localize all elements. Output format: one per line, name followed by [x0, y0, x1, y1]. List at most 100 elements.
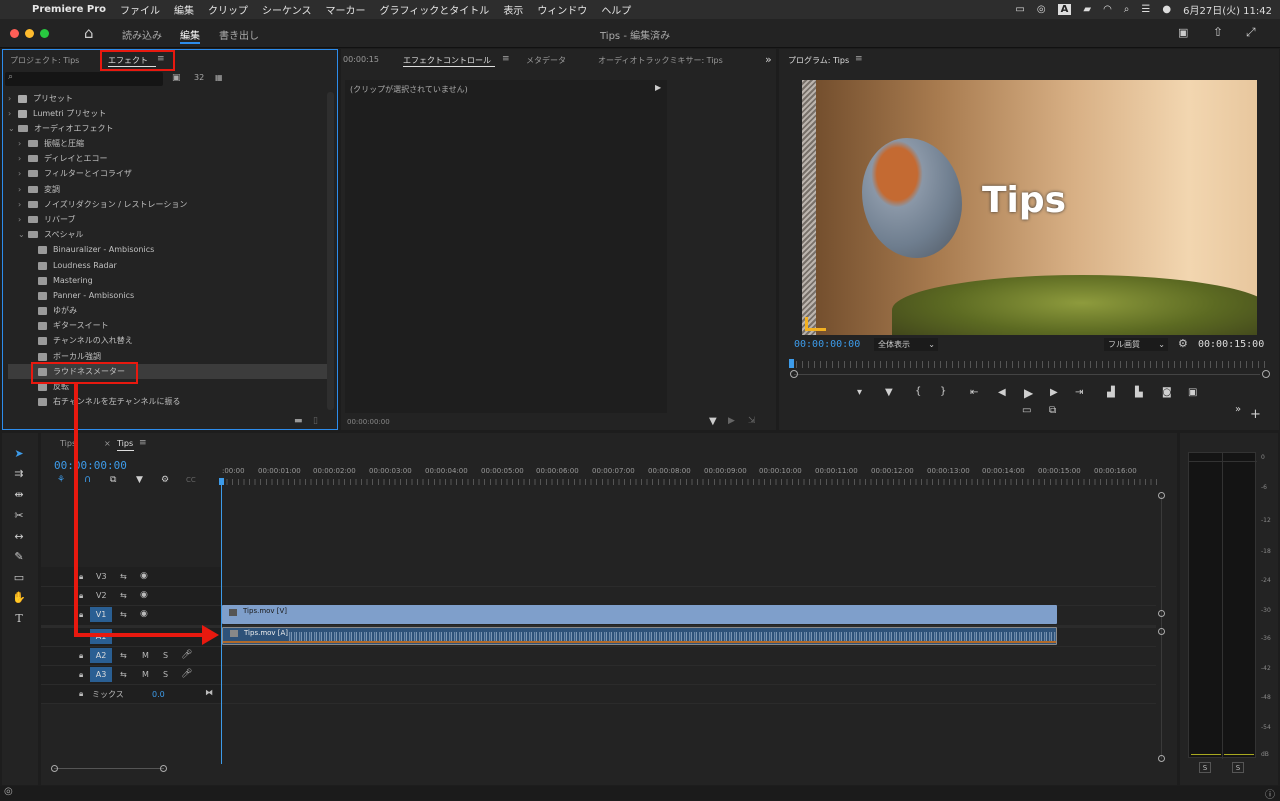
- background-tasks-icon[interactable]: ◎: [4, 786, 13, 797]
- effect-distortion[interactable]: ゆがみ: [8, 303, 312, 318]
- eye-icon[interactable]: ◉: [140, 571, 148, 581]
- menu-window[interactable]: ウィンドウ: [537, 2, 587, 17]
- go-to-end-icon[interactable]: ⧓: [205, 688, 213, 697]
- wrench-icon[interactable]: ⚙: [1178, 337, 1188, 350]
- marker-icon[interactable]: ▼: [885, 387, 893, 398]
- slip-tool-icon[interactable]: ↔: [10, 530, 28, 546]
- accelerated-effects-icon[interactable]: ▣: [172, 73, 181, 83]
- comparison-view-icon[interactable]: ▣: [1188, 387, 1197, 398]
- microphone-icon[interactable]: 🎤︎: [181, 650, 192, 660]
- vertical-zoom-handle[interactable]: [1158, 755, 1165, 762]
- rectangle-tool-icon[interactable]: ▭: [10, 571, 28, 587]
- go-to-out-icon[interactable]: ⇥: [1075, 387, 1083, 398]
- info-icon[interactable]: ⓘ: [1265, 786, 1275, 801]
- add-marker-icon[interactable]: ▾: [857, 387, 862, 398]
- mark-out-icon[interactable]: }: [940, 386, 946, 397]
- vr-view-icon[interactable]: ⧉: [1049, 405, 1056, 416]
- program-zoom-bar[interactable]: [794, 374, 1260, 375]
- go-to-in-icon[interactable]: ⇤: [970, 387, 978, 398]
- tree-item-lumetri-presets[interactable]: › Lumetri プリセット: [8, 106, 312, 121]
- tree-item-modulation[interactable]: › 変調: [8, 182, 312, 197]
- chevron-down-icon[interactable]: ⌄: [18, 230, 28, 239]
- hand-tool-icon[interactable]: ✋: [10, 591, 28, 607]
- minimize-window-button[interactable]: [25, 29, 34, 38]
- zoom-select[interactable]: 全体表示 ⌄: [874, 338, 938, 351]
- add-marker-icon[interactable]: ▼: [136, 475, 143, 485]
- menu-marker[interactable]: マーカー: [326, 2, 366, 17]
- effect-panner[interactable]: Panner - Ambisonics: [8, 288, 312, 303]
- tree-item-noise-reduction[interactable]: › ノイズリダクション / レストレーション: [8, 197, 312, 212]
- chevron-right-icon[interactable]: ›: [8, 94, 18, 103]
- effect-binauralizer[interactable]: Binauralizer - Ambisonics: [8, 242, 312, 257]
- play-audio-icon[interactable]: ▶: [728, 416, 735, 426]
- tree-item-delay[interactable]: › ディレイとエコー: [8, 151, 312, 166]
- horizontal-zoom-handle-left[interactable]: [51, 765, 58, 772]
- lift-icon[interactable]: ▟: [1107, 387, 1115, 398]
- menu-app[interactable]: Premiere Pro: [32, 4, 106, 15]
- button-editor-icon[interactable]: +: [1250, 407, 1261, 422]
- timeline-settings-icon[interactable]: ⚙: [161, 475, 169, 485]
- safe-margins-icon[interactable]: ▭: [1022, 405, 1031, 416]
- track-v3-label[interactable]: V3: [96, 572, 107, 581]
- quick-export-icon[interactable]: ▣: [1178, 26, 1188, 39]
- track-v2-label[interactable]: V2: [96, 591, 107, 600]
- track-a2-label[interactable]: A2: [90, 648, 112, 663]
- tree-item-presets[interactable]: › プリセット: [8, 91, 312, 106]
- effect-guitar-suite[interactable]: ギタースイート: [8, 318, 312, 333]
- selection-tool-icon[interactable]: ➤: [10, 447, 28, 463]
- panel-menu-icon[interactable]: ≡: [157, 54, 165, 64]
- yuv-effects-icon[interactable]: ▦: [215, 73, 223, 82]
- workspace-edit[interactable]: 編集: [180, 27, 200, 44]
- new-bin-icon[interactable]: ▬: [294, 416, 303, 426]
- close-window-button[interactable]: [10, 29, 19, 38]
- workspace-export[interactable]: 書き出し: [219, 27, 259, 42]
- tree-item-special[interactable]: ⌄ スペシャル: [8, 227, 312, 242]
- chevron-right-icon[interactable]: ›: [18, 185, 28, 194]
- tree-item-filter[interactable]: › フィルターとイコライザ: [8, 166, 312, 181]
- audio-clip[interactable]: Tips.mov [A]: [222, 627, 1057, 645]
- creative-cloud-icon[interactable]: ◎: [1037, 4, 1046, 15]
- lock-icon[interactable]: 🔒︎: [79, 572, 83, 582]
- video-clip[interactable]: Tips.mov [V]: [222, 605, 1057, 624]
- effects-search-input[interactable]: ⌕: [5, 72, 163, 86]
- more-buttons-icon[interactable]: »: [1235, 404, 1241, 415]
- tree-item-audio-effects[interactable]: ⌄ オーディオエフェクト: [8, 121, 312, 136]
- pen-tool-icon[interactable]: ✎: [10, 550, 28, 566]
- home-icon[interactable]: ⌂: [84, 24, 94, 42]
- export-frame-icon[interactable]: ◙: [1162, 387, 1172, 398]
- program-ruler[interactable]: [790, 361, 1270, 368]
- trash-icon[interactable]: ▯: [313, 416, 318, 426]
- play-icon[interactable]: ▶: [1024, 386, 1033, 400]
- more-panels-icon[interactable]: »: [765, 53, 772, 66]
- linked-selection-icon[interactable]: ⧉: [110, 475, 116, 485]
- share-icon[interactable]: ⇧: [1213, 25, 1223, 39]
- close-tab-icon[interactable]: ×: [104, 439, 111, 448]
- zoom-window-button[interactable]: [40, 29, 49, 38]
- vertical-zoom-handle[interactable]: [1158, 610, 1165, 617]
- program-video-frame[interactable]: Tips: [802, 80, 1257, 335]
- menu-graphics[interactable]: グラフィックとタイトル: [380, 2, 490, 17]
- lock-icon[interactable]: 🔒︎: [79, 651, 83, 661]
- chevron-right-icon[interactable]: ›: [8, 109, 18, 118]
- workspace-import[interactable]: 読み込み: [122, 27, 162, 42]
- menu-edit[interactable]: 編集: [174, 2, 194, 17]
- lock-icon[interactable]: 🔒︎: [79, 670, 83, 680]
- vertical-zoom-handle[interactable]: [1158, 492, 1165, 499]
- meter-solo-left[interactable]: S: [1199, 762, 1211, 773]
- eye-icon[interactable]: ◉: [140, 609, 148, 619]
- program-playhead[interactable]: [789, 359, 794, 368]
- 32bit-effects-icon[interactable]: 32: [194, 73, 204, 82]
- menu-sequence[interactable]: シーケンス: [262, 2, 312, 17]
- siri-icon[interactable]: ●: [1162, 4, 1171, 15]
- chevron-right-icon[interactable]: ›: [18, 154, 28, 163]
- chevron-right-icon[interactable]: ›: [18, 139, 28, 148]
- tree-item-reverb[interactable]: › リバーブ: [8, 212, 312, 227]
- mute-button[interactable]: M: [142, 651, 149, 660]
- track-v1-label[interactable]: V1: [90, 607, 112, 622]
- eye-icon[interactable]: ◉: [140, 590, 148, 600]
- mix-value[interactable]: 0.0: [152, 690, 165, 699]
- sync-lock-icon[interactable]: ⇆: [120, 591, 127, 600]
- lock-icon[interactable]: 🔒︎: [79, 610, 83, 620]
- timeline-timecode[interactable]: 00:00:00:00: [54, 459, 127, 472]
- sync-lock-icon[interactable]: ⇆: [120, 670, 127, 679]
